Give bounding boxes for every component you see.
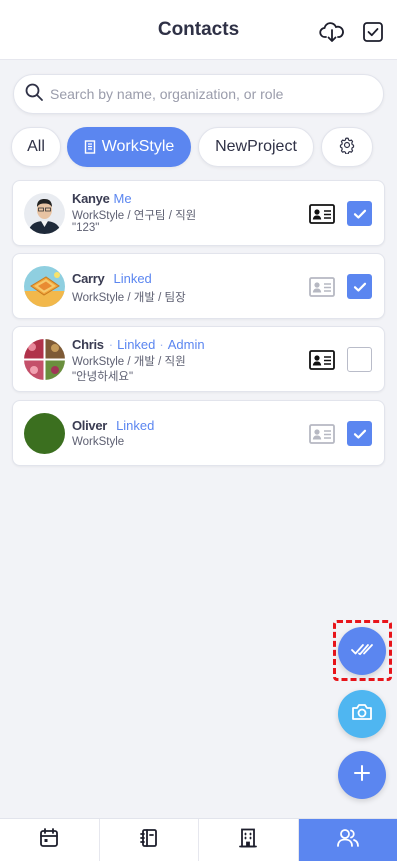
chip-workstyle[interactable]: WorkStyle — [67, 127, 191, 167]
plus-icon — [353, 764, 371, 787]
filter-settings-button[interactable] — [321, 127, 373, 167]
nav-calendar[interactable] — [0, 819, 100, 861]
tag-linked: Linked — [113, 271, 152, 286]
camera-button[interactable] — [338, 690, 386, 738]
contact-card[interactable]: Chris · Linked · Admin WorkStyle / 개발 / 직원 "… — [12, 326, 385, 392]
tag-me: Me — [113, 191, 132, 206]
contact-org: WorkStyle / 개발 / 직원 — [72, 356, 186, 368]
contact-card[interactable]: Carry Linked WorkStyle / 개발 / 팀장 — [12, 253, 385, 319]
business-card-icon[interactable] — [309, 424, 335, 444]
nav-contacts[interactable] — [298, 819, 397, 861]
checkbox-icon[interactable] — [359, 18, 387, 46]
chip-all[interactable]: All — [11, 127, 61, 167]
contact-name: Carry — [72, 271, 105, 286]
business-card-icon[interactable] — [309, 204, 335, 224]
tag-linked: Linked — [116, 418, 155, 433]
chip-label: All — [27, 138, 45, 155]
contact-org: WorkStyle / 연구팀 / 직원 — [72, 210, 197, 222]
calendar-icon — [38, 827, 60, 854]
bottom-nav — [0, 818, 397, 861]
camera-icon — [351, 702, 373, 727]
nav-notebook[interactable] — [100, 819, 199, 861]
chip-label: WorkStyle — [101, 138, 175, 155]
gear-icon — [338, 136, 356, 159]
select-all-icon — [350, 641, 374, 662]
tag-separator: · — [159, 337, 164, 352]
tag-linked: Linked — [117, 337, 156, 352]
avatar — [24, 266, 65, 307]
contact-name-line: Chris · Linked · Admin — [72, 337, 205, 352]
contact-name: Chris — [72, 337, 104, 352]
header: Contacts — [0, 0, 397, 60]
search-input[interactable] — [50, 86, 370, 102]
contact-status: "123" — [72, 222, 100, 234]
contact-name: Oliver — [72, 418, 108, 433]
contact-card[interactable]: Kanye Me WorkStyle / 연구팀 / 직원 "123" — [12, 180, 385, 246]
contact-org: WorkStyle — [72, 436, 125, 448]
search-icon — [24, 82, 44, 107]
contact-name-line: Oliver Linked — [72, 418, 154, 433]
chip-label: NewProject — [215, 138, 297, 155]
business-card-icon[interactable] — [309, 350, 335, 370]
chip-newproject[interactable]: NewProject — [198, 127, 314, 167]
contact-name-line: Carry Linked — [72, 271, 152, 286]
contact-org: WorkStyle / 개발 / 팀장 — [72, 292, 186, 304]
contact-name: Kanye — [72, 191, 110, 206]
contacts-screen: Contacts All — [0, 0, 397, 861]
select-checkbox[interactable] — [347, 421, 372, 446]
avatar — [24, 413, 65, 454]
select-all-button[interactable] — [338, 627, 386, 675]
select-checkbox[interactable] — [347, 274, 372, 299]
cloud-download-icon[interactable] — [318, 18, 346, 46]
contact-card[interactable]: Oliver Linked WorkStyle — [12, 400, 385, 466]
select-checkbox[interactable] — [347, 347, 372, 372]
select-checkbox[interactable] — [347, 201, 372, 226]
notebook-icon — [138, 827, 160, 854]
building-icon — [84, 140, 96, 154]
add-contact-button[interactable] — [338, 751, 386, 799]
tag-admin: Admin — [167, 337, 205, 352]
avatar — [24, 339, 65, 380]
search-bar[interactable] — [13, 74, 384, 114]
tag-separator: · — [108, 337, 114, 352]
contact-name-line: Kanye Me — [72, 191, 132, 206]
nav-organization[interactable] — [199, 819, 299, 861]
people-icon — [336, 827, 360, 854]
business-card-icon[interactable] — [309, 277, 335, 297]
building-icon — [237, 827, 259, 854]
contact-status: "안녕하세요" — [72, 371, 134, 383]
avatar — [24, 193, 65, 234]
